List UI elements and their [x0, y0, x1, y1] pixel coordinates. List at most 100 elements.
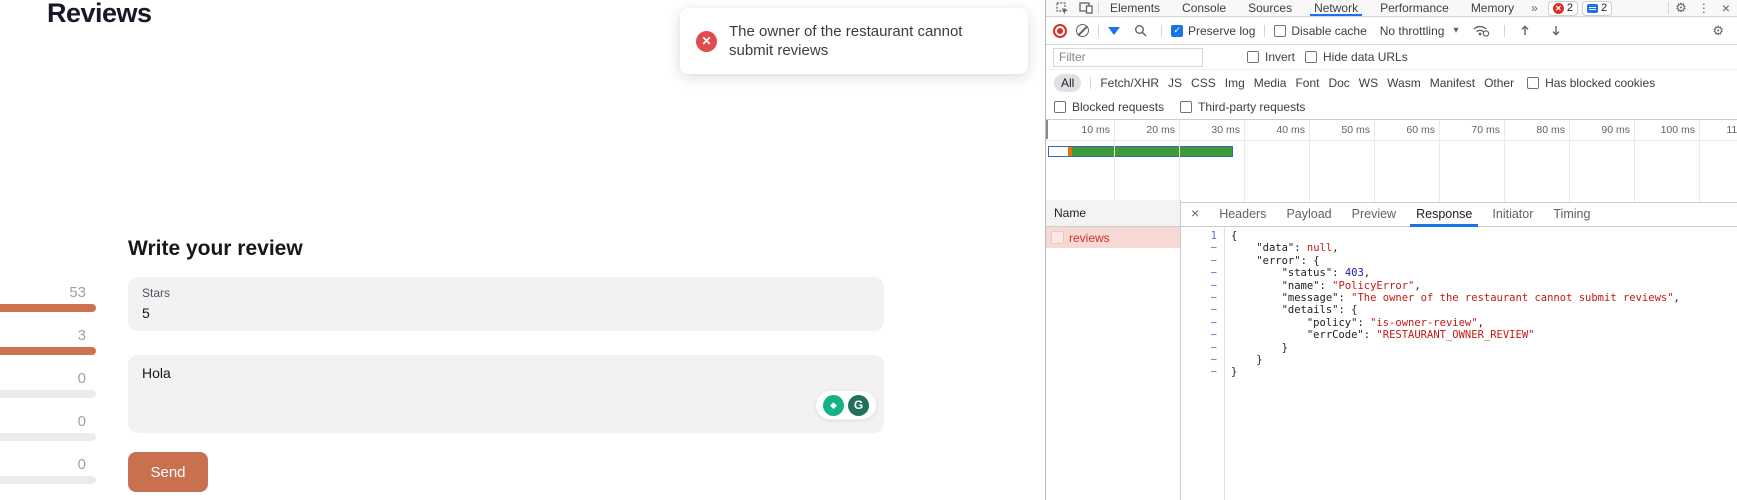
- network-filter-row: Invert Hide data URLs: [1046, 45, 1737, 70]
- line-gutter-marker[interactable]: −: [1181, 292, 1217, 304]
- throttling-select[interactable]: No throttling: [1380, 24, 1445, 38]
- timeline-tick-label: 40 ms: [1276, 124, 1309, 136]
- grammarly-logo-icon[interactable]: G: [848, 395, 869, 416]
- rating-bar: [0, 433, 96, 441]
- code-text: "policy": "is-owner-review",: [1217, 317, 1484, 329]
- type-chip-wasm[interactable]: Wasm: [1387, 76, 1421, 90]
- detail-tab-headers[interactable]: Headers: [1209, 200, 1276, 227]
- rating-bar: [0, 304, 96, 312]
- panel-tab-console[interactable]: Console: [1171, 0, 1237, 16]
- network-overview-timeline[interactable]: 10 ms20 ms30 ms40 ms50 ms60 ms70 ms80 ms…: [1046, 119, 1737, 203]
- panel-tab-sources[interactable]: Sources: [1237, 0, 1303, 16]
- code-line: −}: [1181, 366, 1737, 378]
- rating-count-label: 0: [0, 370, 86, 387]
- line-gutter-marker[interactable]: −: [1181, 267, 1217, 279]
- kebab-menu-icon[interactable]: ⋮: [1693, 1, 1715, 15]
- timeline-gridline: [1179, 120, 1180, 202]
- error-count-badge[interactable]: ✕ 2: [1548, 1, 1578, 16]
- blocked-requests-checkbox[interactable]: [1054, 101, 1066, 113]
- close-detail-icon[interactable]: ×: [1181, 205, 1209, 221]
- timeline-tick-label: 10 ms: [1081, 124, 1114, 136]
- type-chip-media[interactable]: Media: [1254, 76, 1287, 90]
- timeline-tick-label: 70 ms: [1471, 124, 1504, 136]
- type-chip-font[interactable]: Font: [1295, 76, 1319, 90]
- rating-count-label: 3: [0, 327, 86, 344]
- request-rows: reviews: [1046, 227, 1180, 248]
- detail-tab-initiator[interactable]: Initiator: [1482, 200, 1543, 227]
- type-chip-doc[interactable]: Doc: [1328, 76, 1349, 90]
- detail-tab-timing[interactable]: Timing: [1543, 200, 1600, 227]
- network-toolbar: Preserve log Disable cache No throttling…: [1046, 17, 1737, 45]
- message-count-badge[interactable]: 2: [1582, 1, 1612, 16]
- network-settings-gear-icon[interactable]: ⚙: [1706, 23, 1730, 39]
- line-gutter-marker[interactable]: −: [1181, 329, 1217, 341]
- panel-tab-performance[interactable]: Performance: [1369, 0, 1460, 16]
- line-gutter-marker[interactable]: −: [1181, 304, 1217, 316]
- request-waterfall-bar[interactable]: [1048, 146, 1233, 157]
- settings-gear-icon[interactable]: ⚙: [1669, 0, 1693, 16]
- grammarly-suggestion-bulb-icon[interactable]: ◆: [823, 395, 844, 416]
- code-line: − }: [1181, 354, 1737, 366]
- type-chip-img[interactable]: Img: [1225, 76, 1245, 90]
- line-gutter-marker[interactable]: −: [1181, 242, 1217, 254]
- filter-input[interactable]: [1053, 48, 1203, 67]
- has-blocked-cookies-checkbox[interactable]: [1527, 77, 1539, 89]
- export-har-icon[interactable]: [1545, 24, 1567, 37]
- type-chip-js[interactable]: JS: [1168, 76, 1182, 90]
- grammarly-widget[interactable]: ◆ G: [815, 390, 877, 420]
- code-line: − "status": 403,: [1181, 267, 1737, 279]
- line-gutter-marker[interactable]: −: [1181, 366, 1217, 378]
- request-type-chips-row: All Fetch/XHR JS CSS Img Media Font Doc WS Wasm Ma…: [1046, 70, 1737, 95]
- timeline-tick-label: 20 ms: [1146, 124, 1179, 136]
- type-chip-all[interactable]: All: [1054, 74, 1081, 92]
- network-conditions-icon[interactable]: [1467, 24, 1495, 37]
- request-name: reviews: [1069, 231, 1110, 245]
- panel-tab-network[interactable]: Network: [1303, 0, 1369, 16]
- name-column-header[interactable]: Name: [1046, 200, 1180, 227]
- line-gutter-marker[interactable]: −: [1181, 255, 1217, 267]
- type-chip-fetch-xhr[interactable]: Fetch/XHR: [1100, 76, 1159, 90]
- invert-filter: Invert: [1247, 50, 1295, 64]
- stars-field[interactable]: Stars 5: [128, 277, 884, 331]
- clear-network-log-icon[interactable]: [1076, 24, 1089, 37]
- third-party-requests-checkbox[interactable]: [1180, 101, 1192, 113]
- send-button[interactable]: Send: [128, 452, 208, 492]
- import-har-icon[interactable]: [1514, 24, 1536, 37]
- preserve-log-checkbox[interactable]: [1171, 25, 1183, 37]
- disable-cache-checkbox[interactable]: [1274, 25, 1286, 37]
- request-row-reviews[interactable]: reviews: [1046, 227, 1180, 248]
- detail-tab-preview[interactable]: Preview: [1342, 200, 1406, 227]
- detail-tab-response[interactable]: Response: [1406, 200, 1482, 227]
- type-chip-other[interactable]: Other: [1484, 76, 1514, 90]
- line-gutter-marker[interactable]: −: [1181, 280, 1217, 292]
- timeline-gridline: [1309, 120, 1310, 202]
- record-network-log-icon[interactable]: [1053, 24, 1067, 38]
- more-panels-icon[interactable]: »: [1525, 1, 1544, 15]
- line-gutter-marker[interactable]: −: [1181, 342, 1217, 354]
- line-gutter-marker[interactable]: −: [1181, 354, 1217, 366]
- timeline-tick-label: 100 ms: [1661, 124, 1699, 136]
- panel-tab-memory[interactable]: Memory: [1460, 0, 1525, 16]
- panel-tab-elements[interactable]: Elements: [1099, 0, 1171, 16]
- type-chip-manifest[interactable]: Manifest: [1430, 76, 1475, 90]
- hide-data-urls-checkbox[interactable]: [1305, 51, 1317, 63]
- request-detail-tabs: × HeadersPayloadPreviewResponseInitiator…: [1181, 200, 1737, 227]
- disable-cache-label: Disable cache: [1291, 24, 1366, 38]
- filter-funnel-icon[interactable]: [1108, 27, 1120, 35]
- code-text: "details": {: [1217, 304, 1357, 316]
- message-count: 2: [1601, 2, 1607, 14]
- type-chip-ws[interactable]: WS: [1359, 76, 1378, 90]
- type-chip-css[interactable]: CSS: [1191, 76, 1216, 90]
- rating-bar: [0, 347, 96, 355]
- timeline-tick-label: 50 ms: [1341, 124, 1374, 136]
- search-icon[interactable]: [1129, 24, 1152, 37]
- inspect-element-icon[interactable]: [1051, 2, 1074, 15]
- chevron-down-icon[interactable]: ▾: [1453, 25, 1458, 36]
- line-gutter-marker[interactable]: −: [1181, 317, 1217, 329]
- close-devtools-icon[interactable]: ×: [1715, 0, 1737, 16]
- detail-tab-payload[interactable]: Payload: [1276, 200, 1341, 227]
- device-toolbar-icon[interactable]: [1074, 2, 1098, 14]
- invert-checkbox[interactable]: [1247, 51, 1259, 63]
- review-text-field[interactable]: Hola ◆ G: [128, 355, 884, 433]
- line-gutter-marker[interactable]: 1: [1181, 230, 1217, 242]
